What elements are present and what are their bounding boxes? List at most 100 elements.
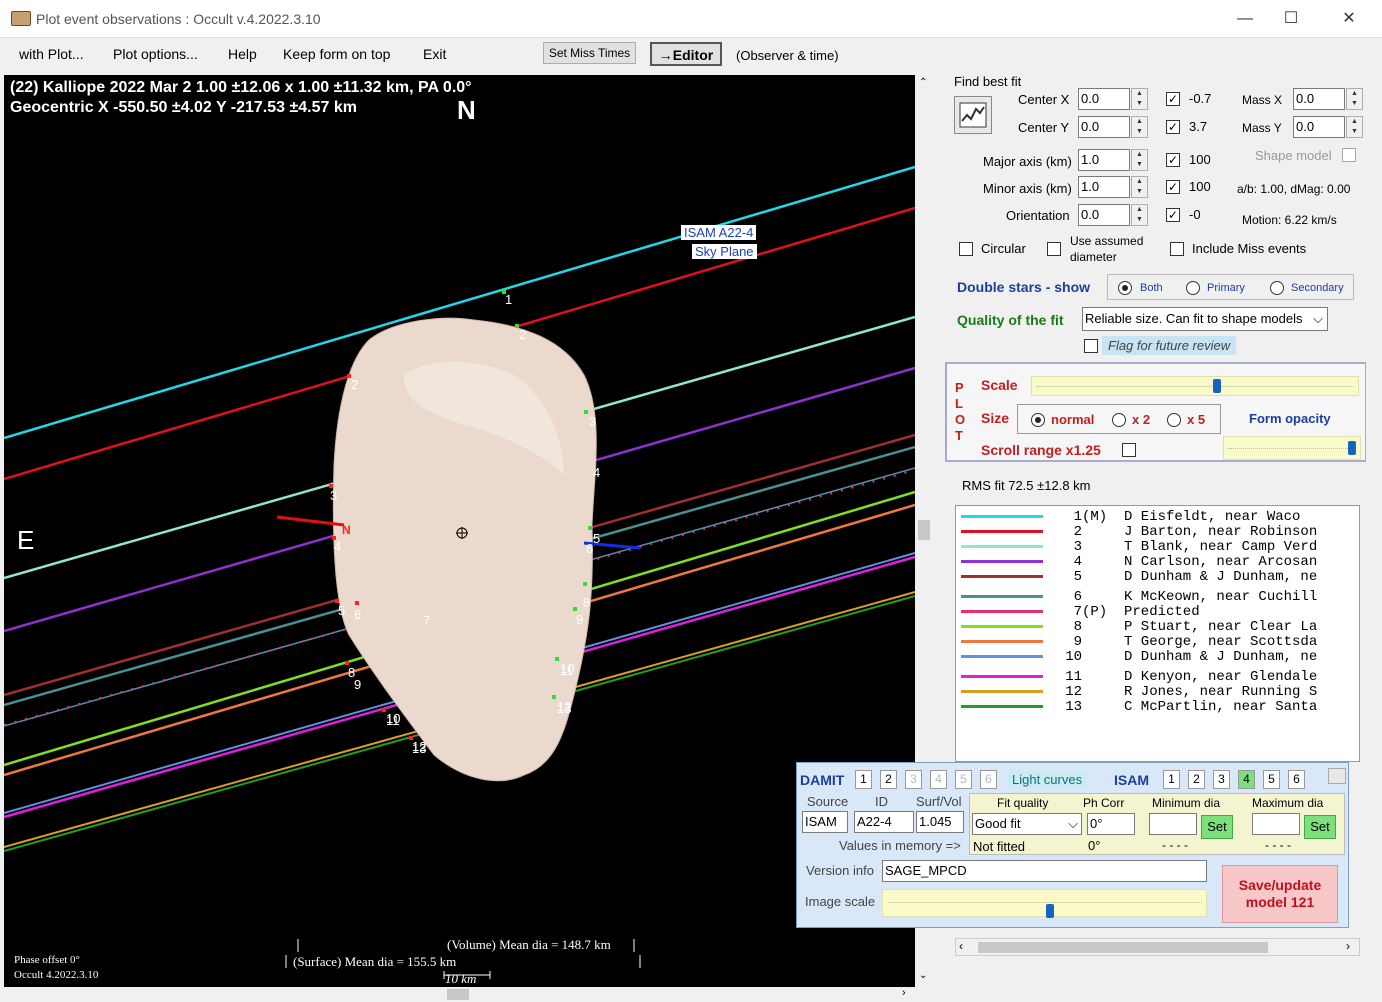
opacity-slider[interactable]	[1223, 436, 1361, 460]
isam-tab-4[interactable]: 4	[1238, 770, 1255, 789]
image-scale-slider[interactable]	[882, 889, 1207, 918]
center-y-input[interactable]: 0.0	[1078, 116, 1130, 138]
version-info-input[interactable]: SAGE_MPCD	[882, 860, 1207, 882]
editor-button[interactable]: →Editor	[650, 42, 722, 66]
mass-y-spinner[interactable]: ▲ ▼	[1346, 116, 1363, 138]
set-miss-times-button[interactable]: Set Miss Times	[543, 42, 636, 64]
fit-quality-dropdown[interactable]: Good fit ⌵	[972, 813, 1082, 835]
isam-tab-1[interactable]: 1	[1163, 770, 1180, 789]
shape-model-checkbox[interactable]	[1342, 148, 1356, 162]
center-y-checkbox[interactable]: ✓	[1166, 120, 1180, 134]
hscroll-thumb[interactable]	[447, 989, 469, 1000]
major-axis-spinner[interactable]: ▲ ▼	[1131, 149, 1148, 171]
list-scroll-thumb[interactable]	[978, 942, 1268, 953]
minor-axis-input[interactable]: 1.0	[1078, 176, 1130, 198]
damit-tab-6[interactable]: 6	[980, 770, 997, 789]
scroll-left-icon[interactable]: ‹	[959, 939, 963, 953]
minimize-button[interactable]: —	[1222, 0, 1268, 38]
radio-x2[interactable]	[1112, 413, 1126, 427]
min-dia-input[interactable]	[1149, 813, 1197, 835]
plot-horizontal-scrollbar[interactable]: ›	[4, 987, 915, 1002]
light-curves-button[interactable]: Light curves	[1008, 771, 1087, 788]
mass-y-input[interactable]: 0.0	[1293, 116, 1345, 138]
maximize-button[interactable]: ☐	[1268, 0, 1314, 38]
scale-slider-thumb[interactable]	[1213, 379, 1222, 393]
minor-axis-spinner[interactable]: ▲ ▼	[1131, 176, 1148, 198]
include-miss-checkbox[interactable]	[1170, 242, 1184, 256]
radio-primary[interactable]	[1186, 281, 1200, 295]
list-item[interactable]: 1 (M) D Eisfeldt, near Waco	[956, 509, 1359, 525]
major-axis-checkbox[interactable]: ✓	[1166, 153, 1180, 167]
use-assumed-checkbox[interactable]	[1047, 242, 1061, 256]
set-max-dia-button[interactable]: Set	[1304, 815, 1336, 839]
opacity-slider-thumb[interactable]	[1348, 441, 1357, 455]
surfvol-input[interactable]: 1.045	[916, 811, 964, 833]
mass-x-input[interactable]: 0.0	[1293, 88, 1345, 110]
menu-exit[interactable]: Exit	[423, 46, 446, 62]
isam-tab-3[interactable]: 3	[1213, 770, 1230, 789]
menu-help[interactable]: Help	[228, 46, 257, 62]
isam-tab-2[interactable]: 2	[1188, 770, 1205, 789]
isam-tab-5[interactable]: 5	[1263, 770, 1280, 789]
list-item[interactable]: 12 R Jones, near Running S	[956, 684, 1359, 700]
radio-x5[interactable]	[1167, 413, 1181, 427]
flag-review-checkbox[interactable]	[1084, 339, 1098, 353]
id-input[interactable]: A22-4	[854, 811, 914, 833]
list-item[interactable]: 13 C McPartlin, near Santa	[956, 699, 1359, 715]
major-axis-input[interactable]: 1.0	[1078, 149, 1130, 171]
list-item[interactable]: 7 (P) Predicted	[956, 604, 1359, 620]
source-input[interactable]: ISAM	[802, 811, 848, 833]
orientation-checkbox[interactable]: ✓	[1166, 208, 1180, 222]
observer-list[interactable]: 1 (M) D Eisfeldt, near Waco 2 J Barton, near…	[955, 505, 1360, 762]
set-min-dia-button[interactable]: Set	[1201, 815, 1233, 839]
scale-slider[interactable]	[1031, 376, 1359, 396]
minor-axis-checkbox[interactable]: ✓	[1166, 180, 1180, 194]
orientation-input[interactable]: 0.0	[1078, 204, 1130, 226]
scroll-up-icon[interactable]: ⌃	[919, 77, 927, 88]
list-item[interactable]: 2 J Barton, near Robinson	[956, 524, 1359, 540]
quality-dropdown[interactable]: Reliable size. Can fit to shape models ⌵	[1082, 307, 1328, 331]
right-panel-scrollbar[interactable]	[1366, 75, 1382, 987]
list-item[interactable]: 9 T George, near Scottsda	[956, 634, 1359, 650]
menu-with-plot[interactable]: with Plot...	[19, 46, 84, 62]
center-x-input[interactable]: 0.0	[1078, 88, 1130, 110]
damit-tab-4[interactable]: 4	[930, 770, 947, 789]
menu-keep-on-top[interactable]: Keep form on top	[283, 46, 390, 62]
radio-normal[interactable]	[1031, 413, 1045, 427]
orientation-spinner[interactable]: ▲ ▼	[1131, 204, 1148, 226]
center-x-checkbox[interactable]: ✓	[1166, 92, 1180, 106]
close-button[interactable]: ✕	[1326, 0, 1372, 38]
list-item[interactable]: 5 D Dunham & J Dunham, ne	[956, 569, 1359, 585]
damit-tab-1[interactable]: 1	[855, 770, 872, 789]
list-item[interactable]: 8 P Stuart, near Clear La	[956, 619, 1359, 635]
panel-toggle[interactable]	[1328, 768, 1346, 784]
mass-x-spinner[interactable]: ▲ ▼	[1346, 88, 1363, 110]
scroll-right-icon[interactable]: ›	[902, 987, 906, 999]
plot-canvas[interactable]: (22) Kalliope 2022 Mar 2 1.00 ±12.06 x 1…	[4, 75, 915, 987]
list-item[interactable]: 11 D Kenyon, near Glendale	[956, 669, 1359, 685]
scroll-down-icon[interactable]: ⌄	[919, 970, 927, 981]
damit-tab-5[interactable]: 5	[955, 770, 972, 789]
list-item[interactable]: 10 D Dunham & J Dunham, ne	[956, 649, 1359, 665]
scroll-thumb[interactable]	[918, 520, 930, 540]
damit-tab-2[interactable]: 2	[880, 770, 897, 789]
radio-secondary[interactable]	[1270, 281, 1284, 295]
center-x-spinner[interactable]: ▲ ▼	[1131, 88, 1148, 110]
scroll-range-checkbox[interactable]	[1122, 443, 1136, 457]
save-update-button[interactable]: Save/update model 121	[1222, 865, 1338, 923]
center-y-spinner[interactable]: ▲ ▼	[1131, 116, 1148, 138]
image-scale-thumb[interactable]	[1045, 904, 1054, 918]
menu-plot-options[interactable]: Plot options...	[113, 46, 198, 62]
list-horizontal-scrollbar[interactable]: ‹ ›	[955, 938, 1360, 956]
damit-tab-3[interactable]: 3	[905, 770, 922, 789]
scroll-right-icon[interactable]: ›	[1346, 939, 1350, 953]
circular-checkbox[interactable]	[959, 242, 973, 256]
ph-corr-input[interactable]: 0°	[1087, 813, 1135, 835]
list-item[interactable]: 3 T Blank, near Camp Verd	[956, 539, 1359, 555]
list-item[interactable]: 4 N Carlson, near Arcosan	[956, 554, 1359, 570]
isam-tab-6[interactable]: 6	[1288, 770, 1305, 789]
max-dia-input[interactable]	[1252, 813, 1300, 835]
radio-both[interactable]	[1118, 281, 1132, 295]
best-fit-button[interactable]	[954, 96, 992, 134]
list-item[interactable]: 6 K McKeown, near Cuchill	[956, 589, 1359, 605]
